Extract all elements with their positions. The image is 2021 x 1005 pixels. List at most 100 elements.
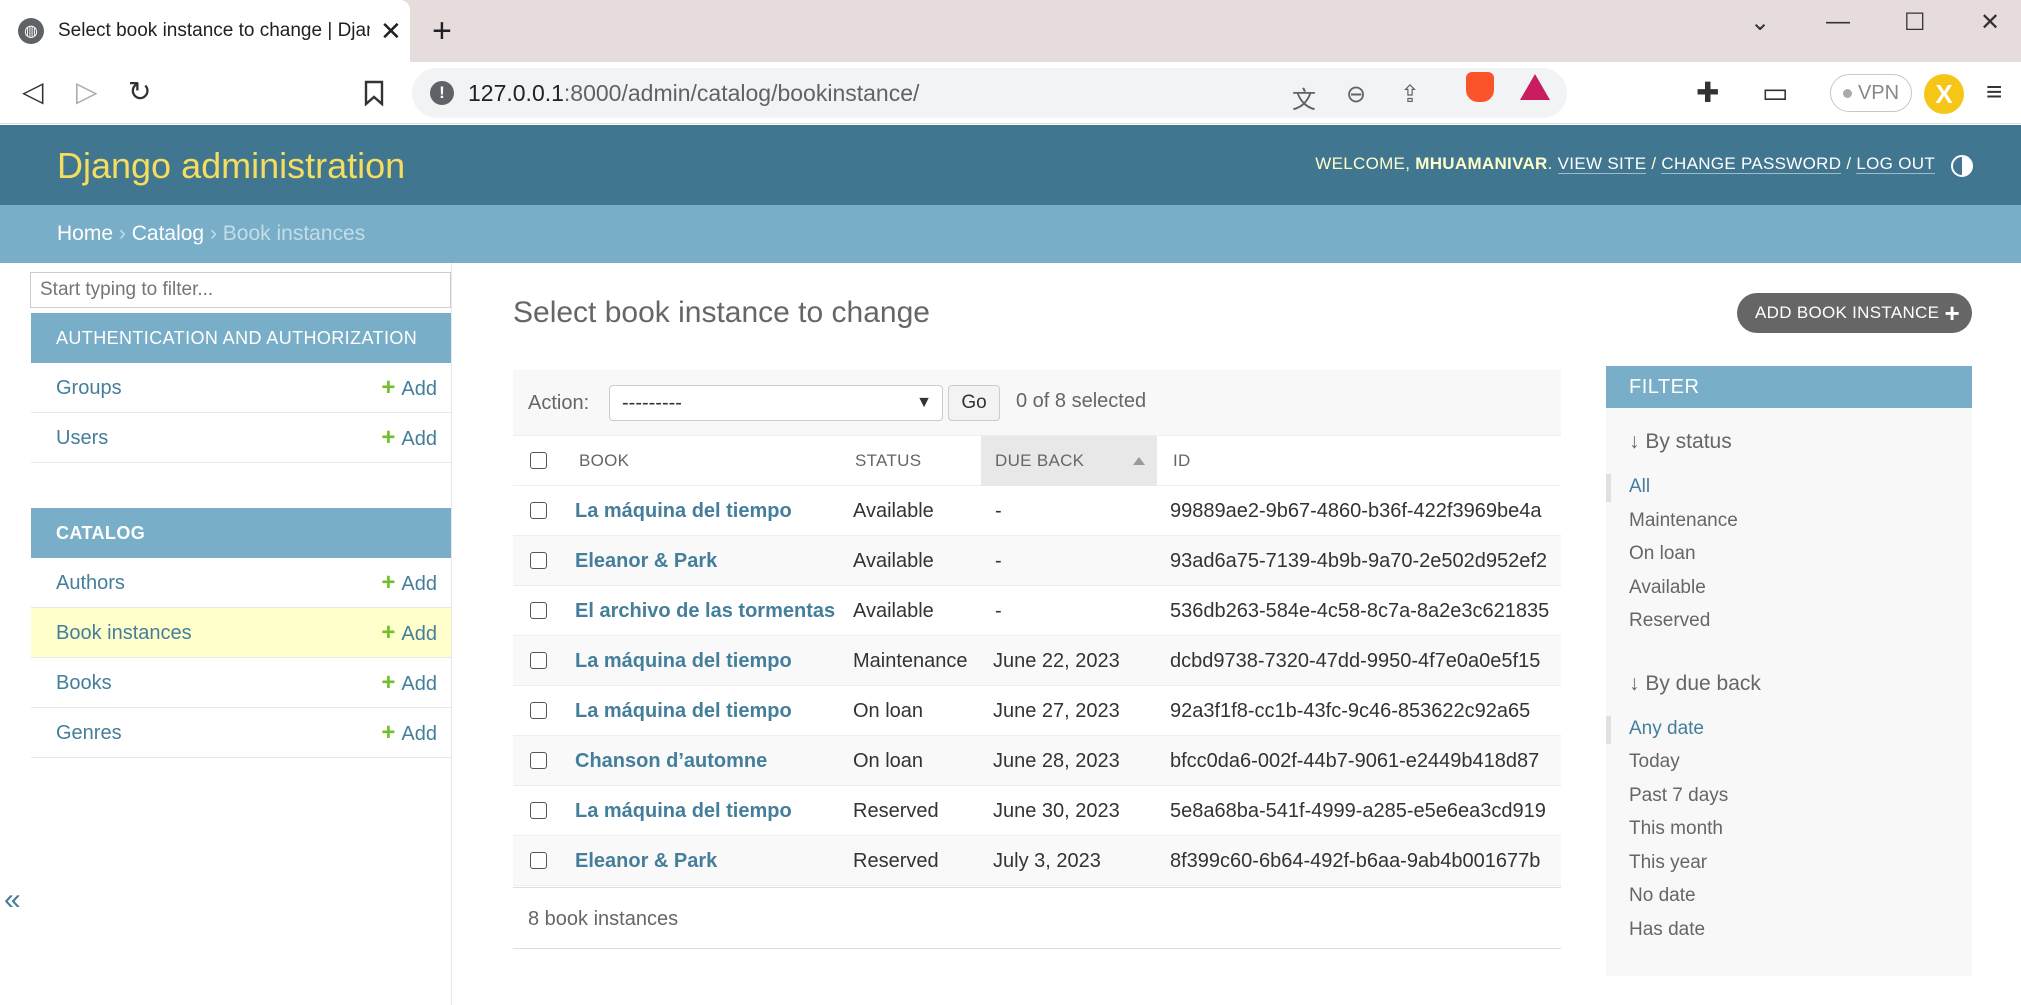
- row-checkbox[interactable]: [530, 552, 547, 569]
- nav-filter-input[interactable]: [30, 272, 451, 308]
- filter-due-this-month[interactable]: This month: [1629, 818, 1723, 840]
- globe-icon: ◍: [18, 18, 44, 44]
- sidebar-item-label[interactable]: Books: [56, 658, 112, 708]
- select-all-checkbox[interactable]: [530, 452, 547, 469]
- sidebar-item-book-instances[interactable]: Book instances + Add: [31, 608, 451, 658]
- add-users-link[interactable]: + Add: [381, 413, 437, 464]
- url-text[interactable]: 127.0.0.1:8000/admin/catalog/bookinstanc…: [468, 80, 919, 107]
- filter-due-no-date[interactable]: No date: [1629, 885, 1696, 907]
- column-header-due-back[interactable]: DUE BACK: [981, 436, 1157, 486]
- site-info-icon[interactable]: !: [430, 81, 454, 105]
- add-books-link[interactable]: + Add: [381, 658, 437, 709]
- row-checkbox[interactable]: [530, 652, 547, 669]
- brave-shields-icon[interactable]: [1466, 72, 1494, 102]
- forward-icon[interactable]: ▷: [76, 76, 98, 108]
- view-site-link[interactable]: VIEW SITE: [1557, 154, 1647, 174]
- book-link[interactable]: Eleanor & Park: [575, 536, 717, 586]
- status-cell: Available: [853, 550, 934, 572]
- filter-due-today[interactable]: Today: [1629, 751, 1680, 773]
- filter-due-has-date[interactable]: Has date: [1629, 919, 1705, 941]
- close-tab-icon[interactable]: ✕: [380, 16, 402, 47]
- book-link[interactable]: La máquina del tiempo: [575, 686, 792, 736]
- due-back-cell: -: [995, 500, 1002, 522]
- filter-status-reserved[interactable]: Reserved: [1629, 610, 1710, 632]
- brave-rewards-icon[interactable]: [1520, 74, 1550, 100]
- new-tab-icon[interactable]: +: [432, 14, 452, 48]
- book-link[interactable]: La máquina del tiempo: [575, 486, 792, 536]
- sidebar-item-label[interactable]: Genres: [56, 708, 122, 758]
- row-checkbox[interactable]: [530, 752, 547, 769]
- filter-status-maintenance[interactable]: Maintenance: [1629, 510, 1738, 532]
- profile-avatar[interactable]: X: [1924, 74, 1964, 114]
- sidebar-item-label[interactable]: Authors: [56, 558, 125, 608]
- sidebar-item-genres[interactable]: Genres + Add: [31, 708, 451, 758]
- table-row: Eleanor & Park Reserved July 3, 2023 8f3…: [513, 836, 1561, 886]
- add-genres-link[interactable]: + Add: [381, 708, 437, 759]
- book-link[interactable]: La máquina del tiempo: [575, 636, 792, 686]
- share-icon[interactable]: ⇪: [1400, 80, 1420, 109]
- sidebar-item-label[interactable]: Groups: [56, 363, 122, 413]
- book-link[interactable]: Chanson d’automne: [575, 736, 767, 786]
- row-checkbox[interactable]: [530, 602, 547, 619]
- reload-icon[interactable]: ↻: [128, 76, 151, 108]
- log-out-link[interactable]: LOG OUT: [1856, 154, 1935, 174]
- browser-tab[interactable]: ◍ Select book instance to change | Djang…: [0, 0, 410, 62]
- change-password-link[interactable]: CHANGE PASSWORD: [1661, 154, 1842, 174]
- back-icon[interactable]: ◁: [22, 76, 44, 108]
- add-book-instances-link[interactable]: + Add: [381, 608, 437, 659]
- due-back-cell: July 3, 2023: [993, 850, 1101, 872]
- filter-due-this-year[interactable]: This year: [1629, 852, 1707, 874]
- tab-search-chevron-icon[interactable]: ⌄: [1750, 8, 1770, 37]
- bookmark-icon[interactable]: [364, 80, 384, 106]
- action-select[interactable]: --------- ▼: [609, 385, 943, 421]
- filter-status-available[interactable]: Available: [1629, 577, 1706, 599]
- column-header-status[interactable]: STATUS: [855, 436, 921, 486]
- theme-toggle-icon[interactable]: [1951, 155, 1973, 177]
- sidebar-item-label[interactable]: Book instances: [56, 608, 192, 658]
- sort-ascending-icon[interactable]: [1133, 457, 1145, 465]
- row-checkbox[interactable]: [530, 702, 547, 719]
- status-cell: Available: [853, 600, 934, 622]
- sidebar-item-books[interactable]: Books + Add: [31, 658, 451, 708]
- maximize-icon[interactable]: ☐: [1904, 8, 1926, 37]
- row-checkbox[interactable]: [530, 852, 547, 869]
- add-book-instance-button[interactable]: ADD BOOK INSTANCE +: [1737, 293, 1972, 333]
- site-branding[interactable]: Django administration: [57, 145, 405, 187]
- changelist-filter: FILTER ↓ By status All Maintenance On lo…: [1606, 366, 1972, 976]
- vpn-button[interactable]: VPN: [1830, 74, 1912, 112]
- id-cell: 92a3f1f8-cc1b-43fc-9c46-853622c92a65: [1170, 700, 1531, 722]
- go-button[interactable]: Go: [948, 385, 1000, 421]
- column-header-id[interactable]: ID: [1173, 436, 1191, 486]
- book-link[interactable]: El archivo de las tormentas: [575, 586, 835, 636]
- module-caption-auth[interactable]: AUTHENTICATION AND AUTHORIZATION: [31, 313, 451, 363]
- extensions-icon[interactable]: ✚: [1696, 76, 1719, 109]
- filter-due-past-7-days[interactable]: Past 7 days: [1629, 785, 1728, 807]
- filter-due-any-date[interactable]: Any date: [1629, 718, 1704, 740]
- minimize-icon[interactable]: —: [1826, 8, 1850, 36]
- menu-icon[interactable]: ≡: [1986, 76, 2002, 108]
- breadcrumb-catalog[interactable]: Catalog: [132, 222, 204, 245]
- translate-icon[interactable]: 文: [1292, 80, 1316, 115]
- sidebar-item-groups[interactable]: Groups + Add: [31, 363, 451, 413]
- sidebar-item-users[interactable]: Users + Add: [31, 413, 451, 463]
- filter-status-all[interactable]: All: [1629, 476, 1650, 498]
- address-bar[interactable]: ! 127.0.0.1:8000/admin/catalog/bookinsta…: [412, 68, 1567, 118]
- collapse-sidebar-icon[interactable]: «: [4, 883, 21, 917]
- book-link[interactable]: La máquina del tiempo: [575, 786, 792, 836]
- wallet-icon[interactable]: ▭: [1762, 76, 1788, 109]
- breadcrumb-home[interactable]: Home: [57, 222, 113, 245]
- column-header-book[interactable]: BOOK: [579, 436, 629, 486]
- sidebar-item-authors[interactable]: Authors + Add: [31, 558, 451, 608]
- table-header: BOOK STATUS DUE BACK ID: [513, 436, 1561, 486]
- close-window-icon[interactable]: ✕: [1980, 8, 2000, 37]
- row-checkbox[interactable]: [530, 802, 547, 819]
- zoom-out-icon[interactable]: ⊖: [1346, 80, 1366, 109]
- table-row: El archivo de las tormentas Available - …: [513, 586, 1561, 636]
- add-authors-link[interactable]: + Add: [381, 558, 437, 609]
- filter-status-on-loan[interactable]: On loan: [1629, 543, 1696, 565]
- book-link[interactable]: Eleanor & Park: [575, 836, 717, 886]
- row-checkbox[interactable]: [530, 502, 547, 519]
- add-groups-link[interactable]: + Add: [381, 363, 437, 414]
- module-caption-catalog[interactable]: CATALOG: [31, 508, 451, 558]
- sidebar-item-label[interactable]: Users: [56, 413, 108, 463]
